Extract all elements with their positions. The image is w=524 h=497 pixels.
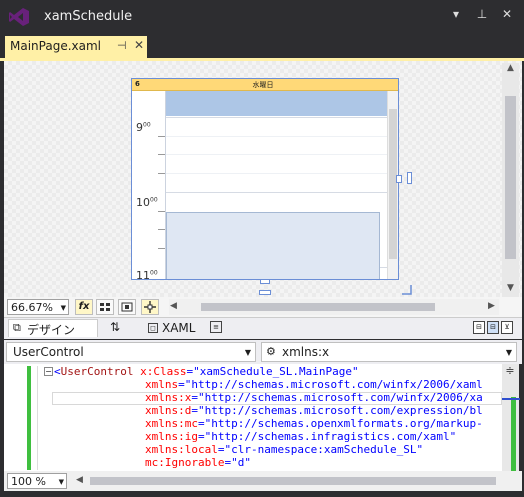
tab-mainpage-xaml[interactable]: MainPage.xaml ⊣ ✕	[5, 36, 147, 58]
xaml-tab-label: XAML	[162, 321, 196, 335]
designer-vertical-scroll-thumb[interactable]	[505, 96, 516, 259]
snap-to-grid-button[interactable]	[118, 299, 136, 315]
change-tracking-bar	[27, 366, 31, 470]
zoom-value: 66.67%	[11, 301, 53, 314]
chevron-down-icon: ▼	[505, 348, 512, 357]
toggle-effects-button[interactable]: fx	[75, 299, 93, 315]
scroll-left-arrow-icon[interactable]: ◀	[76, 475, 83, 485]
code-zoom-dropdown[interactable]: 100 % ▼	[7, 473, 67, 489]
snap-to-lines-button[interactable]	[141, 299, 159, 315]
scroll-right-arrow-icon[interactable]: ▶	[488, 301, 495, 311]
tab-xaml[interactable]: ◻ XAML	[146, 320, 198, 338]
type-selector-dropdown[interactable]: UserControl ▼	[6, 342, 256, 362]
scroll-down-arrow-icon[interactable]: ▼	[504, 283, 517, 295]
tab-label: MainPage.xaml	[10, 39, 101, 53]
resize-handle-right[interactable]	[396, 175, 402, 183]
code-zoom-value: 100 %	[11, 475, 46, 488]
scroll-left-arrow-icon[interactable]: ◀	[170, 301, 177, 311]
hour-label-10: 1000	[136, 196, 158, 209]
ruler-tick	[158, 173, 165, 174]
resize-handle-bottom-outer[interactable]	[259, 290, 271, 295]
window-dropdown-button[interactable]: ▾	[448, 6, 464, 22]
window-bottom-edge	[0, 491, 524, 497]
scroll-up-arrow-icon[interactable]: ▲	[504, 63, 517, 75]
document-outline-button[interactable]: ≡	[210, 321, 222, 333]
designer-horizontal-scroll-thumb[interactable]	[201, 303, 435, 311]
code-line[interactable]: xmlns:x="http://schemas.microsoft.com/wi…	[145, 391, 483, 405]
vertical-split-button[interactable]: ⊟	[473, 321, 485, 334]
split-editor-icon[interactable]: ≑	[502, 364, 518, 378]
day-header: 6 水曜日	[132, 79, 398, 91]
member-selector-dropdown[interactable]: ⚙ xmlns:x ▼	[261, 342, 517, 362]
scrollbar-caret-marker	[502, 398, 520, 400]
half-hour-divider	[166, 154, 387, 155]
half-hour-divider	[166, 136, 387, 137]
zoom-dropdown[interactable]: 66.67% ▼	[7, 299, 69, 315]
collapse-region-icon[interactable]: −	[44, 367, 53, 376]
hour-label-11: 1100	[136, 269, 158, 280]
schedule-scroll-thumb[interactable]	[389, 109, 397, 259]
swap-panes-button[interactable]: ⇅	[110, 320, 120, 334]
code-horizontal-scroll-thumb[interactable]	[90, 477, 496, 485]
member-selector-value: xmlns:x	[282, 345, 330, 359]
window-close-button[interactable]: ✕	[499, 6, 515, 22]
window-pin-button[interactable]: ⊥	[474, 6, 490, 22]
scrollbar-change-marker	[511, 397, 516, 471]
code-line[interactable]: xmlns:d="http://schemas.microsoft.com/ex…	[145, 404, 483, 418]
show-grid-button[interactable]	[96, 299, 114, 315]
pin-tab-icon[interactable]: ⊣	[117, 39, 127, 52]
tab-design[interactable]: ⧉ デザイン	[8, 319, 98, 337]
ruler-tick	[158, 229, 165, 230]
resize-handle-right-outer[interactable]	[407, 172, 412, 184]
chevron-down-icon: ▼	[60, 304, 66, 312]
hour-label-9: 900	[136, 121, 151, 134]
type-selector-value: UserControl	[13, 345, 84, 359]
day-name: 水曜日	[252, 81, 274, 89]
horizontal-split-button[interactable]: ⊟	[487, 321, 499, 334]
collapse-pane-button[interactable]: ⊻	[501, 321, 513, 334]
design-tab-label: デザイン	[27, 323, 76, 337]
close-tab-icon[interactable]: ✕	[134, 38, 144, 52]
half-hour-divider	[166, 173, 387, 174]
chevron-down-icon: ▼	[58, 478, 64, 486]
editor-margin	[37, 366, 38, 470]
resize-corner-icon[interactable]	[400, 283, 412, 295]
visual-studio-logo-icon	[8, 7, 30, 27]
wrench-icon: ⚙	[266, 345, 276, 358]
ruler-tick	[158, 211, 165, 212]
ruler-tick	[158, 248, 165, 249]
window-title: xamSchedule	[44, 9, 133, 24]
busy-time-block	[166, 212, 380, 279]
code-line[interactable]: xmlns="http://schemas.microsoft.com/winf…	[145, 378, 483, 392]
ruler-tick	[158, 154, 165, 155]
code-line[interactable]: xmlns:mc="http://schemas.openxmlformats.…	[145, 417, 483, 431]
code-line[interactable]: mc:Ignorable="d"	[145, 456, 251, 470]
schedule-preview[interactable]: 6 水曜日 900 1000 1100	[131, 78, 399, 280]
all-day-area	[166, 91, 387, 116]
code-line[interactable]: <UserControl x:Class="xamSchedule_SL.Mai…	[54, 365, 359, 379]
chevron-down-icon: ▼	[244, 348, 251, 357]
hour-divider	[166, 117, 387, 118]
resize-handle-bottom[interactable]	[260, 279, 270, 284]
ruler-tick	[158, 136, 165, 137]
design-view-icon: ⧉	[13, 321, 21, 334]
code-line[interactable]: xmlns:local="clr-namespace:xamSchedule_S…	[145, 443, 423, 457]
hour-divider	[166, 192, 387, 193]
time-ruler	[132, 91, 166, 279]
xaml-view-icon: ◻	[148, 323, 158, 333]
code-line[interactable]: xmlns:ig="http://schemas.infragistics.co…	[145, 430, 456, 444]
